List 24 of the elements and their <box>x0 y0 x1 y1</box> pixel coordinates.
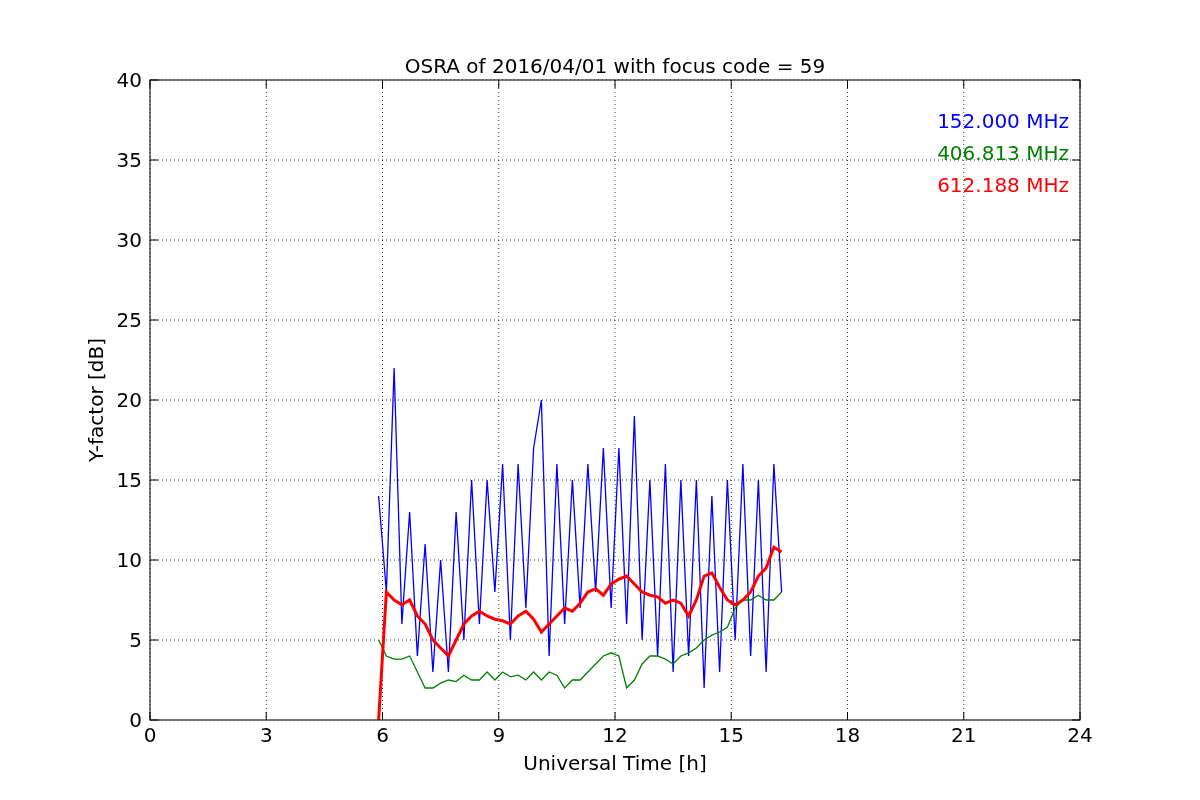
tick-label: 10 <box>116 548 142 572</box>
tick-label: 40 <box>116 68 142 92</box>
legend-label: 612.188 MHz <box>937 173 1069 197</box>
tick-label: 35 <box>116 148 142 172</box>
tick-label: 21 <box>951 723 977 747</box>
chart-title: OSRA of 2016/04/01 with focus code = 59 <box>404 54 826 78</box>
tick-label: 0 <box>129 708 142 732</box>
tick-label: 15 <box>718 723 744 747</box>
tick-label: 5 <box>129 628 142 652</box>
tick-label: 30 <box>116 228 142 252</box>
legend-label: 406.813 MHz <box>937 141 1069 165</box>
tick-label: 12 <box>602 723 628 747</box>
tick-label: 18 <box>834 723 861 747</box>
legend-label: 152.000 MHz <box>937 109 1069 133</box>
x-axis-label: Universal Time [h] <box>523 751 707 775</box>
tick-label: 6 <box>376 723 389 747</box>
tick-label: 9 <box>492 723 506 747</box>
tick-label: 24 <box>1067 723 1093 747</box>
tick-label: 25 <box>116 308 142 332</box>
tick-label: 0 <box>143 723 157 747</box>
tick-label: 3 <box>259 723 273 747</box>
tick-label: 15 <box>116 468 142 492</box>
y-axis-label: Y-factor [dB] <box>84 338 108 462</box>
tick-label: 20 <box>116 388 142 412</box>
